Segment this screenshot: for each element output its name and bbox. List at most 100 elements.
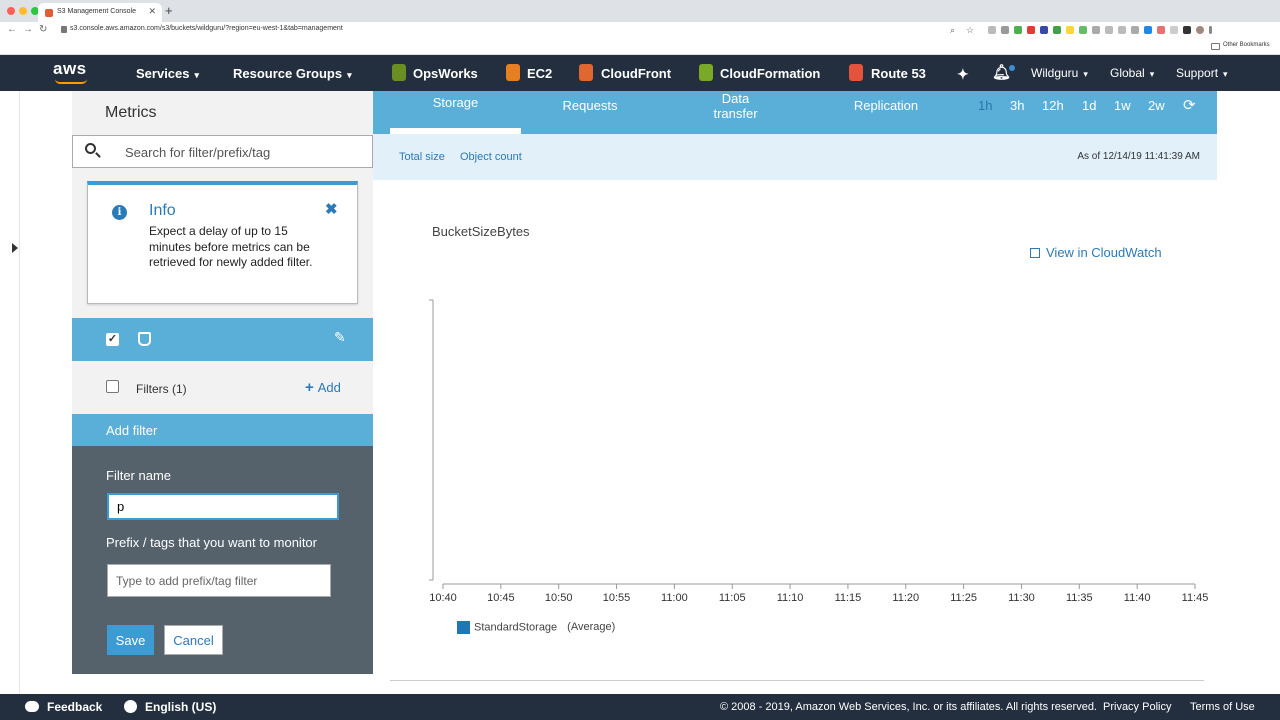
save-button[interactable]: Save: [107, 625, 154, 655]
shortcut-cloudfront[interactable]: CloudFront: [601, 66, 671, 81]
extension-icon[interactable]: [1092, 26, 1100, 34]
bookmark-star-icon[interactable]: ☆: [966, 23, 974, 37]
other-bookmarks[interactable]: Other Bookmarks: [1223, 42, 1270, 48]
extension-icon[interactable]: [1157, 26, 1165, 34]
privacy-policy-link[interactable]: Privacy Policy: [1103, 701, 1171, 713]
new-tab-icon[interactable]: +: [165, 3, 173, 19]
add-filter-link[interactable]: + Add: [305, 379, 341, 396]
browser-toolbar: ← → ↻ s3.console.aws.amazon.com/s3/bucke…: [0, 22, 1280, 39]
chevron-down-icon: ▾: [1149, 69, 1155, 79]
lock-icon: [61, 26, 67, 33]
extension-icon[interactable]: [1183, 26, 1191, 34]
extension-icon[interactable]: [988, 26, 996, 34]
route53-icon: [849, 64, 863, 81]
back-icon[interactable]: ←: [7, 23, 17, 37]
chart-legend: StandardStorage (Average): [457, 621, 615, 634]
search-input[interactable]: [125, 142, 365, 162]
close-tab-icon[interactable]: ✕: [148, 6, 156, 17]
plus-icon: +: [305, 379, 314, 396]
x-tick-label: 10:40: [429, 592, 457, 604]
metric-subbar: Total size Object count As of 12/14/19 1…: [373, 134, 1217, 180]
resource-groups-menu[interactable]: Resource Groups ▾: [233, 66, 352, 81]
prefix-tag-input[interactable]: [107, 564, 331, 597]
extension-icon[interactable]: [1001, 26, 1009, 34]
forward-icon[interactable]: →: [23, 23, 33, 37]
legend-suffix: (Average): [567, 621, 616, 634]
close-window-button[interactable]: [7, 7, 15, 15]
extension-icon[interactable]: [1118, 26, 1126, 34]
pencil-icon[interactable]: ✎: [334, 329, 346, 346]
cancel-button[interactable]: Cancel: [164, 625, 223, 655]
refresh-icon[interactable]: ⟳: [1183, 96, 1196, 114]
extension-icon[interactable]: [1053, 26, 1061, 34]
x-tick-label: 11:45: [1182, 592, 1209, 604]
range-2w[interactable]: 2w: [1148, 98, 1165, 113]
tab-data-transfer[interactable]: Data transfer: [703, 91, 768, 121]
browser-tab-bar: S3 Management Console ✕ +: [0, 0, 1280, 22]
legend-series-name[interactable]: StandardStorage: [474, 621, 557, 633]
extension-icon[interactable]: [1014, 26, 1022, 34]
pin-icon[interactable]: ✦: [957, 66, 969, 83]
account-menu[interactable]: Wildguru ▾: [1031, 66, 1088, 80]
bucket-size-chart: 10:40 10:45 10:50 10:55 11:00 11:05 11:10 11:15…: [429, 299, 1209, 604]
close-icon[interactable]: ✖: [325, 200, 338, 218]
page-title: Metrics: [105, 104, 157, 121]
region-menu[interactable]: Global ▾: [1110, 66, 1154, 80]
extension-icon[interactable]: [1144, 26, 1152, 34]
tab-storage[interactable]: Storage: [390, 95, 521, 110]
chevron-down-icon: ▾: [1223, 69, 1228, 79]
x-tick-label: 11:25: [950, 592, 977, 604]
feedback-link[interactable]: Feedback: [25, 700, 102, 714]
profile-avatar[interactable]: [1196, 26, 1204, 34]
language-selector[interactable]: English (US): [124, 700, 216, 714]
shortcut-ec2[interactable]: EC2: [527, 66, 552, 81]
extension-icon[interactable]: [1040, 26, 1048, 34]
filter-name-input[interactable]: [107, 493, 339, 520]
bell-icon[interactable]: 🔔︎: [992, 63, 1011, 81]
tab-requests[interactable]: Requests: [540, 98, 640, 113]
add-filter-form: Filter name Prefix / tags that you want …: [72, 446, 373, 674]
range-3h[interactable]: 3h: [1010, 98, 1024, 113]
tab-replication[interactable]: Replication: [836, 98, 936, 113]
ec2-icon: [506, 64, 520, 81]
x-tick-label: 11:35: [1066, 592, 1093, 604]
filters-label: Filters (1): [136, 382, 187, 396]
range-12h[interactable]: 12h: [1042, 98, 1064, 113]
filters-checkbox[interactable]: [106, 380, 119, 393]
shortcut-cloudformation[interactable]: CloudFormation: [720, 66, 820, 81]
menu-icon[interactable]: [1209, 26, 1212, 34]
folder-icon: [1211, 43, 1220, 50]
shortcut-opsworks[interactable]: OpsWorks: [413, 66, 478, 81]
object-count-link[interactable]: Object count: [460, 151, 522, 163]
extension-icon[interactable]: [1170, 26, 1178, 34]
expand-arrow-icon[interactable]: [12, 243, 18, 253]
support-menu[interactable]: Support ▾: [1176, 66, 1228, 80]
bucket-checkbox[interactable]: ✓: [106, 333, 119, 346]
external-link-icon: [1030, 248, 1040, 258]
zoom-icon[interactable]: ⌕: [950, 23, 955, 37]
terms-of-use-link[interactable]: Terms of Use: [1190, 701, 1255, 713]
range-1h[interactable]: 1h: [978, 98, 992, 113]
view-in-cloudwatch-link[interactable]: View in CloudWatch: [1030, 245, 1162, 260]
extension-icon[interactable]: [1027, 26, 1035, 34]
aws-logo[interactable]: aws: [53, 59, 87, 79]
minimize-window-button[interactable]: [19, 7, 27, 15]
metrics-panel: Metrics i Info ✖ Expect a delay of up to…: [72, 91, 373, 674]
services-menu[interactable]: Services ▾: [136, 66, 199, 81]
shortcut-route53[interactable]: Route 53: [871, 66, 926, 81]
reload-icon[interactable]: ↻: [39, 23, 47, 37]
total-size-link[interactable]: Total size: [399, 151, 445, 163]
extension-icon[interactable]: [1066, 26, 1074, 34]
browser-tab[interactable]: S3 Management Console ✕: [38, 3, 162, 22]
range-1d[interactable]: 1d: [1082, 98, 1096, 113]
bucket-row[interactable]: ✓ ✎: [72, 318, 373, 361]
extension-icon[interactable]: [1131, 26, 1139, 34]
range-1w[interactable]: 1w: [1114, 98, 1131, 113]
address-bar[interactable]: s3.console.aws.amazon.com/s3/buckets/wil…: [70, 25, 343, 32]
x-tick-label: 10:50: [545, 592, 573, 604]
extension-icon[interactable]: [1105, 26, 1113, 34]
bookmarks-bar: Other Bookmarks: [0, 39, 1280, 55]
aws-smile-icon: [55, 79, 87, 84]
extension-icon[interactable]: [1079, 26, 1087, 34]
x-tick-label: 11:10: [777, 592, 804, 604]
